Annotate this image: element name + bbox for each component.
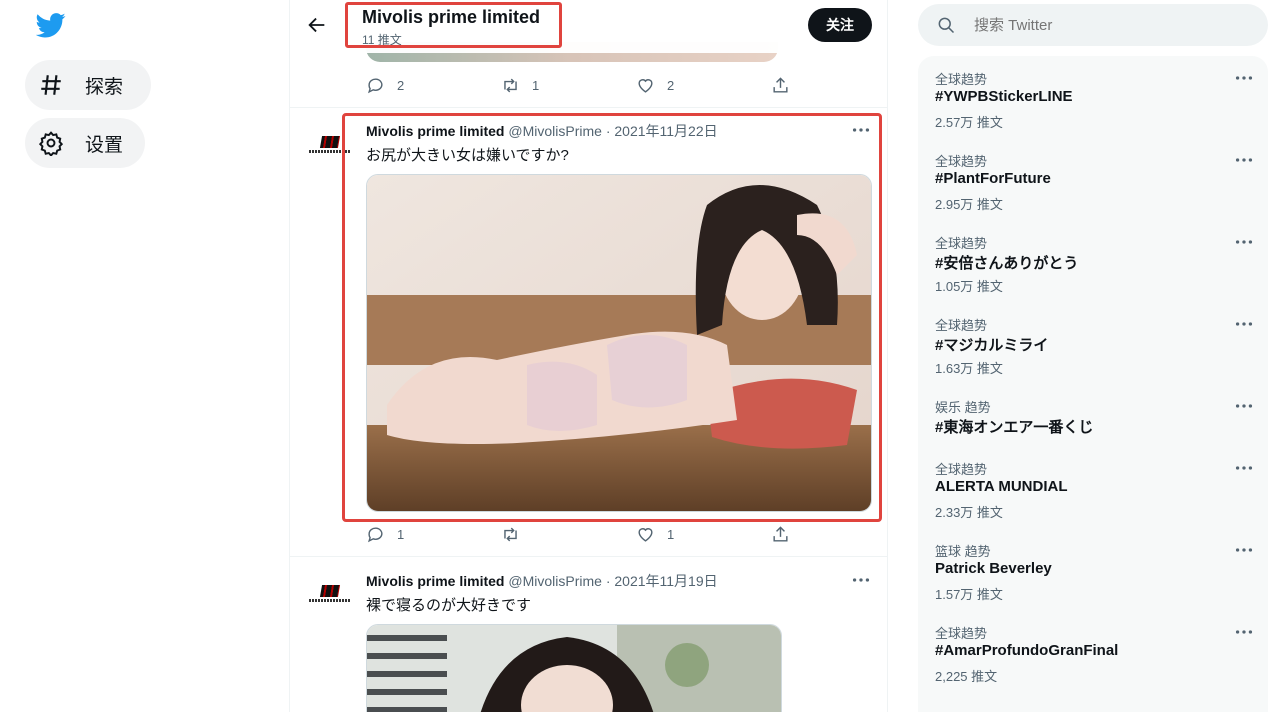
hashtag-icon: [37, 71, 65, 99]
trends-panel: 全球趋势 #YWPBStickerLINE 2.57万 推文 全球趋势 #Pla…: [918, 56, 1268, 712]
photo-woman-portrait: [367, 625, 781, 712]
trend-category: 全球趋势: [935, 72, 988, 87]
tweet-actions: 1 1: [366, 525, 796, 547]
main-timeline: Mivolis prime limited 11 推文 关注 2 1 2 Miv…: [289, 0, 888, 712]
right-sidebar: 全球趋势 #YWPBStickerLINE 2.57万 推文 全球趋势 #Pla…: [918, 0, 1269, 712]
share-icon: [773, 77, 788, 93]
trend-item[interactable]: 全球趋势 #PlantForFuture 2.95万 推文: [935, 151, 1255, 221]
more-icon[interactable]: [1233, 71, 1255, 85]
more-icon[interactable]: [1233, 543, 1255, 557]
trend-name: #マジカルミライ: [935, 337, 1049, 354]
author-meta[interactable]: @MivolisPrime · 2021年11月19日: [508, 573, 717, 589]
like-button[interactable]: 2: [636, 76, 674, 95]
trend-category: 全球趋势: [935, 318, 988, 333]
tweet-card[interactable]: Mivolis prime limited @MivolisPrime · 20…: [290, 557, 887, 712]
like-count: 2: [667, 78, 675, 93]
gear-icon: [37, 129, 65, 157]
share-button[interactable]: [771, 76, 790, 95]
reply-icon: [368, 527, 383, 543]
trend-item[interactable]: 全球趋势 #YWPBStickerLINE 2.57万 推文: [935, 69, 1255, 139]
trend-name: #YWPBStickerLINE: [935, 88, 1073, 105]
more-icon[interactable]: [1233, 317, 1255, 331]
search-icon: [938, 17, 955, 34]
reply-count: 2: [397, 78, 405, 93]
highlight-box-tweet: [342, 113, 882, 522]
trend-count: 2.57万 推文: [935, 115, 1003, 130]
search-box[interactable]: [918, 4, 1268, 46]
trend-count: 1.63万 推文: [935, 361, 1003, 376]
trend-count: 1.05万 推文: [935, 279, 1003, 294]
avatar[interactable]: [306, 569, 354, 617]
nav-settings[interactable]: 设置: [25, 118, 145, 168]
more-icon[interactable]: [1233, 461, 1255, 475]
more-icon[interactable]: [1233, 399, 1255, 413]
trend-category: 篮球 趋势: [935, 544, 991, 559]
trend-name: #PlantForFuture: [935, 170, 1051, 187]
trend-category: 全球趋势: [935, 236, 988, 251]
trend-category: 全球趋势: [935, 626, 988, 641]
reply-icon: [368, 78, 383, 94]
trend-name: ALERTA MUNDIAL: [935, 478, 1068, 495]
trend-name: #安倍さんありがとう: [935, 255, 1079, 272]
like-icon: [638, 79, 653, 93]
retweet-icon: [504, 527, 517, 542]
trend-count: 2.95万 推文: [935, 197, 1003, 212]
left-nav: 探索 设置: [0, 0, 290, 712]
trend-count: 1.57万 推文: [935, 587, 1003, 602]
follow-button[interactable]: 关注: [808, 8, 872, 42]
trend-item[interactable]: 全球趋势 #安倍さんありがとう 1.05万 推文: [935, 233, 1255, 303]
more-icon[interactable]: [1233, 235, 1255, 249]
trend-category: 全球趋势: [935, 154, 988, 169]
trend-item[interactable]: 篮球 趋势 Patrick Beverley 1.57万 推文: [935, 541, 1255, 611]
like-icon: [638, 528, 653, 542]
tweet-header: Mivolis prime limited @MivolisPrime · 20…: [366, 571, 718, 591]
trend-category: 全球趋势: [935, 462, 988, 477]
trend-count: 2.33万 推文: [935, 505, 1003, 520]
retweet-icon: [504, 78, 517, 93]
nav-settings-label: 设置: [85, 134, 124, 156]
trend-category: 娱乐 趋势: [935, 400, 991, 415]
nav-explore-label: 探索: [85, 76, 124, 98]
retweet-count: 1: [532, 78, 540, 93]
retweet-button[interactable]: 1: [501, 76, 539, 95]
nav-explore[interactable]: 探索: [25, 60, 151, 110]
profile-header: Mivolis prime limited 11 推文 关注: [290, 0, 887, 53]
more-icon[interactable]: [1233, 153, 1255, 167]
highlight-box-header: [345, 2, 562, 48]
back-arrow-icon[interactable]: [306, 14, 328, 36]
trend-name: #東海オンエア一番くじ: [935, 419, 1094, 436]
like-count: 1: [667, 527, 675, 542]
search-input[interactable]: [974, 16, 1234, 34]
trend-name: #AmarProfundoGranFinal: [935, 642, 1119, 659]
trend-item[interactable]: 娱乐 趋势 #東海オンエア一番くじ: [935, 397, 1255, 467]
more-icon[interactable]: [850, 573, 874, 591]
tweet-image[interactable]: [366, 624, 782, 712]
trend-item[interactable]: 全球趋势 ALERTA MUNDIAL 2.33万 推文: [935, 459, 1255, 529]
retweet-button[interactable]: [501, 525, 532, 544]
trend-item[interactable]: 全球趋势 #AmarProfundoGranFinal 2,225 推文: [935, 623, 1255, 693]
like-button[interactable]: 1: [636, 525, 674, 544]
trend-item[interactable]: 全球趋势 #マジカルミライ 1.63万 推文: [935, 315, 1255, 385]
tweet-actions: 2 1 2: [366, 76, 796, 98]
more-icon[interactable]: [1233, 625, 1255, 639]
tweet-text: 裸で寝るのが大好きです: [366, 597, 532, 614]
author-name[interactable]: Mivolis prime limited: [366, 573, 504, 589]
share-button[interactable]: [771, 525, 790, 544]
trend-count: 2,225 推文: [935, 669, 998, 684]
trend-name: Patrick Beverley: [935, 560, 1052, 577]
reply-count: 1: [397, 527, 405, 542]
reply-button[interactable]: 2: [366, 76, 404, 95]
twitter-bird-icon[interactable]: [35, 10, 68, 42]
share-icon: [773, 526, 788, 542]
reply-button[interactable]: 1: [366, 525, 404, 544]
